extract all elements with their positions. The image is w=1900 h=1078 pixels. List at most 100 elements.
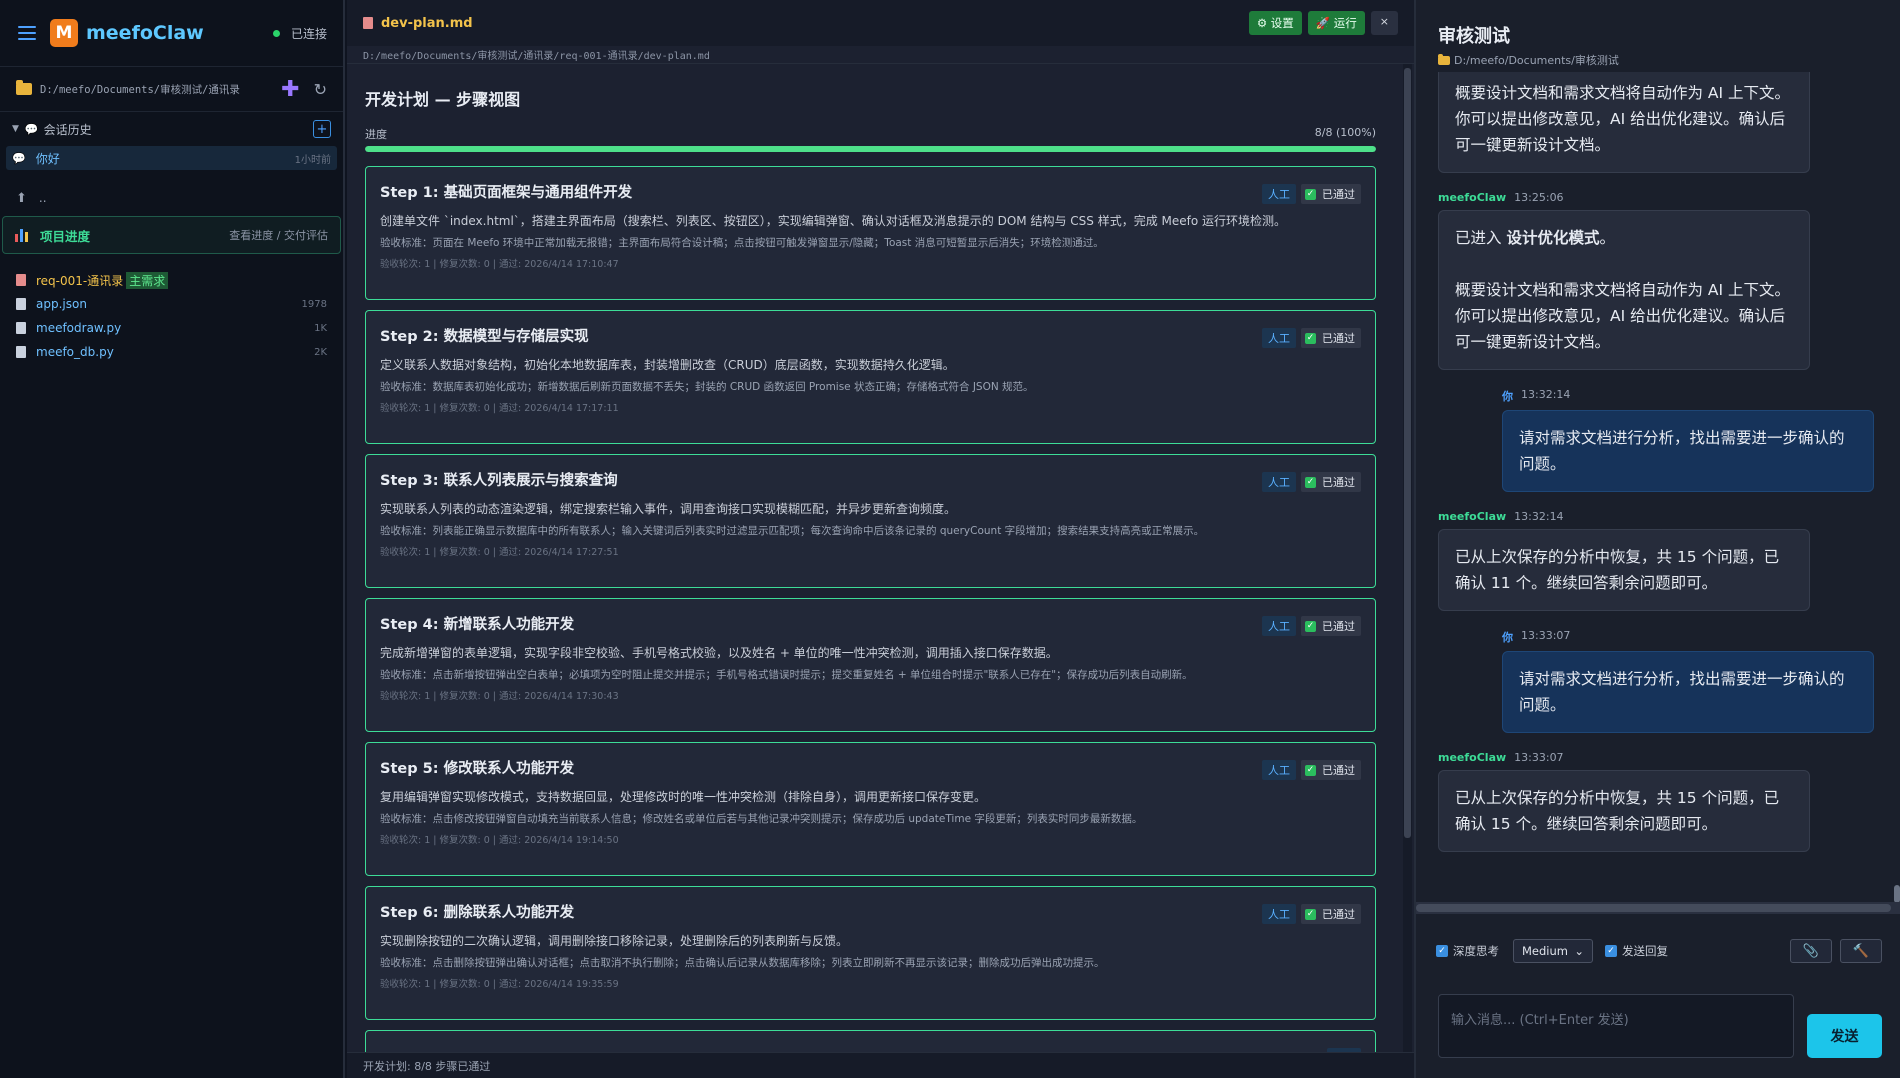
horizontal-scrollbar[interactable] xyxy=(1416,902,1900,914)
chat-bubble-icon: 💬 xyxy=(24,122,39,136)
check-icon: ✓ xyxy=(1305,620,1316,632)
attach-button[interactable]: 📎 xyxy=(1790,939,1832,963)
send-button[interactable]: 发送 xyxy=(1807,1014,1882,1058)
file-size: 1K xyxy=(314,322,327,334)
deep-think-checkbox[interactable]: ✓ xyxy=(1436,945,1448,957)
history-label: 会话历史 xyxy=(43,122,92,137)
step-card[interactable]: Step 1: 基础页面框架与通用组件开发 人工 ✓ 已通过 创建单文件 `index.… xyxy=(365,166,1376,300)
run-button[interactable]: 🚀 运行 xyxy=(1307,11,1365,35)
message-text: 已进入 xyxy=(1455,229,1507,247)
bar-chart-icon xyxy=(15,228,30,242)
send-reply-checkbox[interactable]: ✓ xyxy=(1605,945,1617,957)
step-meta: 验收轮次: 1 | 修复次数: 0 | 通过: 2026/4/14 17:10:… xyxy=(380,259,619,270)
check-icon: ✓ xyxy=(1305,188,1316,200)
file-size: 1978 xyxy=(301,298,327,310)
step-card[interactable]: Step 4: 新增联系人功能开发 人工 ✓ 已通过 完成新增弹窗的表单逻辑，实现字段非… xyxy=(365,598,1376,732)
step-card[interactable]: Step 5: 修改联系人功能开发 人工 ✓ 已通过 复用编辑弹窗实现修改模式，支持数据… xyxy=(365,742,1376,876)
step-description: 完成新增弹窗的表单逻辑，实现字段非空校验、手机号格式校验，以及姓名 + 单位的唯… xyxy=(380,646,1058,660)
workspace-path: D:/meefo/Documents/审核测试/通讯录 xyxy=(40,83,240,96)
message-meta: 你 13:33:07 xyxy=(1502,629,1900,645)
step-acceptance: 验收标准：数据库表初始化成功；新增数据后刷新页面数据不丢失；封装的 CRUD 函… xyxy=(380,381,1034,393)
sender-name: meefoClaw xyxy=(1438,510,1507,523)
tab-dev-plan[interactable]: dev-plan.md xyxy=(381,16,473,31)
file-item[interactable]: meefodraw.py 1K xyxy=(0,316,343,340)
message-input[interactable]: 输入消息... (Ctrl+Enter 发送) xyxy=(1438,994,1794,1058)
step-title: Step 2: 数据模型与存储层实现 xyxy=(380,329,589,345)
check-icon: ✓ xyxy=(1305,476,1316,488)
passed-badge: ✓ 已通过 xyxy=(1301,328,1361,348)
refresh-icon[interactable]: ↻ xyxy=(314,80,327,99)
requirement-doc-icon xyxy=(16,274,26,286)
chat-scroll-thumb[interactable] xyxy=(1894,885,1900,903)
message-meta: 你 13:32:14 xyxy=(1502,388,1900,404)
passed-badge: ✓ 已通过 xyxy=(1301,760,1361,780)
step-acceptance: 验收标准：页面在 Meefo 环境中正常加载无报错；主界面布局符合设计稿；点击按… xyxy=(380,237,1104,249)
connection-status: 已连接 xyxy=(272,25,327,42)
effort-select[interactable]: Medium ⌄ xyxy=(1513,939,1593,963)
user-message: 请对需求文档进行分析，找出需要进一步确认的问题。 xyxy=(1502,651,1874,733)
file-item[interactable]: app.json 1978 xyxy=(0,292,343,316)
file-name: meefodraw.py xyxy=(36,321,122,335)
project-progress-entry[interactable]: 项目进度 查看进度 / 交付评估 xyxy=(2,216,341,254)
message-time: 13:32:14 xyxy=(1514,510,1564,523)
passed-label: 已通过 xyxy=(1322,332,1355,345)
settings-button[interactable]: ⚙ 设置 xyxy=(1248,11,1302,35)
chat-path-text: D:/meefo/Documents/审核测试 xyxy=(1454,54,1619,67)
parent-dir-row[interactable]: ⬆ .. xyxy=(0,184,343,212)
passed-label: 已通过 xyxy=(1322,908,1355,921)
file-icon xyxy=(16,346,26,358)
sender-name: 你 xyxy=(1502,390,1513,403)
passed-badge: ✓ 已通过 xyxy=(1301,184,1361,204)
step-card[interactable]: Step 6: 删除联系人功能开发 人工 ✓ 已通过 实现删除按钮的二次确认逻辑，调用删… xyxy=(365,886,1376,1020)
step-meta: 验收轮次: 1 | 修复次数: 0 | 通过: 2026/4/14 19:35:… xyxy=(380,979,619,990)
add-button[interactable]: ✚ xyxy=(281,77,299,102)
hamburger-menu-icon[interactable] xyxy=(18,26,36,40)
step-title: Step 5: 修改联系人功能开发 xyxy=(380,761,575,777)
page-title: 开发计划 — 步骤视图 xyxy=(365,90,521,109)
file-item[interactable]: req-001-通讯录 主需求 xyxy=(0,268,343,292)
sidebar: M meefoClaw 已连接 D:/meefo/Documents/审核测试/… xyxy=(0,0,345,1078)
step-meta: 验收轮次: 1 | 修复次数: 0 | 通过: 2026/4/14 17:17:… xyxy=(380,403,619,414)
close-button[interactable]: × xyxy=(1370,11,1398,35)
mode-name: 设计优化模式 xyxy=(1506,229,1600,247)
message-time: 13:32:14 xyxy=(1521,388,1571,401)
step-meta: 验收轮次: 1 | 修复次数: 0 | 通过: 2026/4/14 17:27:… xyxy=(380,547,619,558)
manual-badge: 人工 xyxy=(1262,472,1296,492)
tool-button[interactable]: 🔨 xyxy=(1840,939,1882,963)
caret-down-icon[interactable]: ▼ xyxy=(12,124,19,134)
check-icon: ✓ xyxy=(1305,764,1316,776)
sender-name: meefoClaw xyxy=(1438,191,1507,204)
horizontal-scrollbar-thumb[interactable] xyxy=(1416,904,1891,912)
step-acceptance: 验收标准：点击新增按钮弹出空白表单；必填项为空时阻止提交并提示；手机号格式错误时… xyxy=(380,669,1193,681)
step-card[interactable]: Step 2: 数据模型与存储层实现 人工 ✓ 已通过 定义联系人数据对象结构，初始化本… xyxy=(365,310,1376,444)
step-card[interactable]: Step 3: 联系人列表展示与搜索查询 人工 ✓ 已通过 实现联系人列表的动态渲染逻辑… xyxy=(365,454,1376,588)
progress-value: 8/8 (100%) xyxy=(1314,126,1376,139)
file-item[interactable]: meefo_db.py 2K xyxy=(0,340,343,364)
message-time: 13:33:07 xyxy=(1521,629,1571,642)
scrollbar-thumb[interactable] xyxy=(1404,68,1411,838)
new-session-button[interactable]: + xyxy=(313,120,331,138)
history-header[interactable]: ▼ 💬 会话历史 + xyxy=(0,112,343,146)
step-card-partial: 人工 xyxy=(365,1030,1376,1052)
check-icon: ✓ xyxy=(1305,908,1316,920)
step-badges: 人工 ✓ 已通过 xyxy=(1262,904,1361,924)
passed-label: 已通过 xyxy=(1322,188,1355,201)
file-size: 2K xyxy=(314,346,327,358)
vertical-scrollbar[interactable] xyxy=(1403,64,1412,1052)
step-title: Step 6: 删除联系人功能开发 xyxy=(380,905,575,921)
ai-message: 已从上次保存的分析中恢复，共 15 个问题，已确认 11 个。继续回答剩余问题即… xyxy=(1438,529,1810,611)
app-logo: M xyxy=(50,19,78,47)
tool-buttons: 📎 🔨 xyxy=(1790,939,1882,963)
step-meta: 验收轮次: 1 | 修复次数: 0 | 通过: 2026/4/14 17:30:… xyxy=(380,691,619,702)
step-title: Step 3: 联系人列表展示与搜索查询 xyxy=(380,473,618,489)
hammer-icon: 🔨 xyxy=(1852,943,1870,959)
message-time: 13:33:07 xyxy=(1514,751,1564,764)
file-icon xyxy=(16,298,26,310)
manual-badge: 人工 xyxy=(1262,904,1296,924)
document-icon xyxy=(363,17,373,29)
chat-header: 审核测试 D:/meefo/Documents/审核测试 xyxy=(1416,0,1900,72)
step-badges: 人工 ✓ 已通过 xyxy=(1262,616,1361,636)
progress-link[interactable]: 查看进度 / 交付评估 xyxy=(229,227,328,243)
history-item[interactable]: 💬 你好 1小时前 xyxy=(6,146,337,170)
passed-label: 已通过 xyxy=(1322,764,1355,777)
